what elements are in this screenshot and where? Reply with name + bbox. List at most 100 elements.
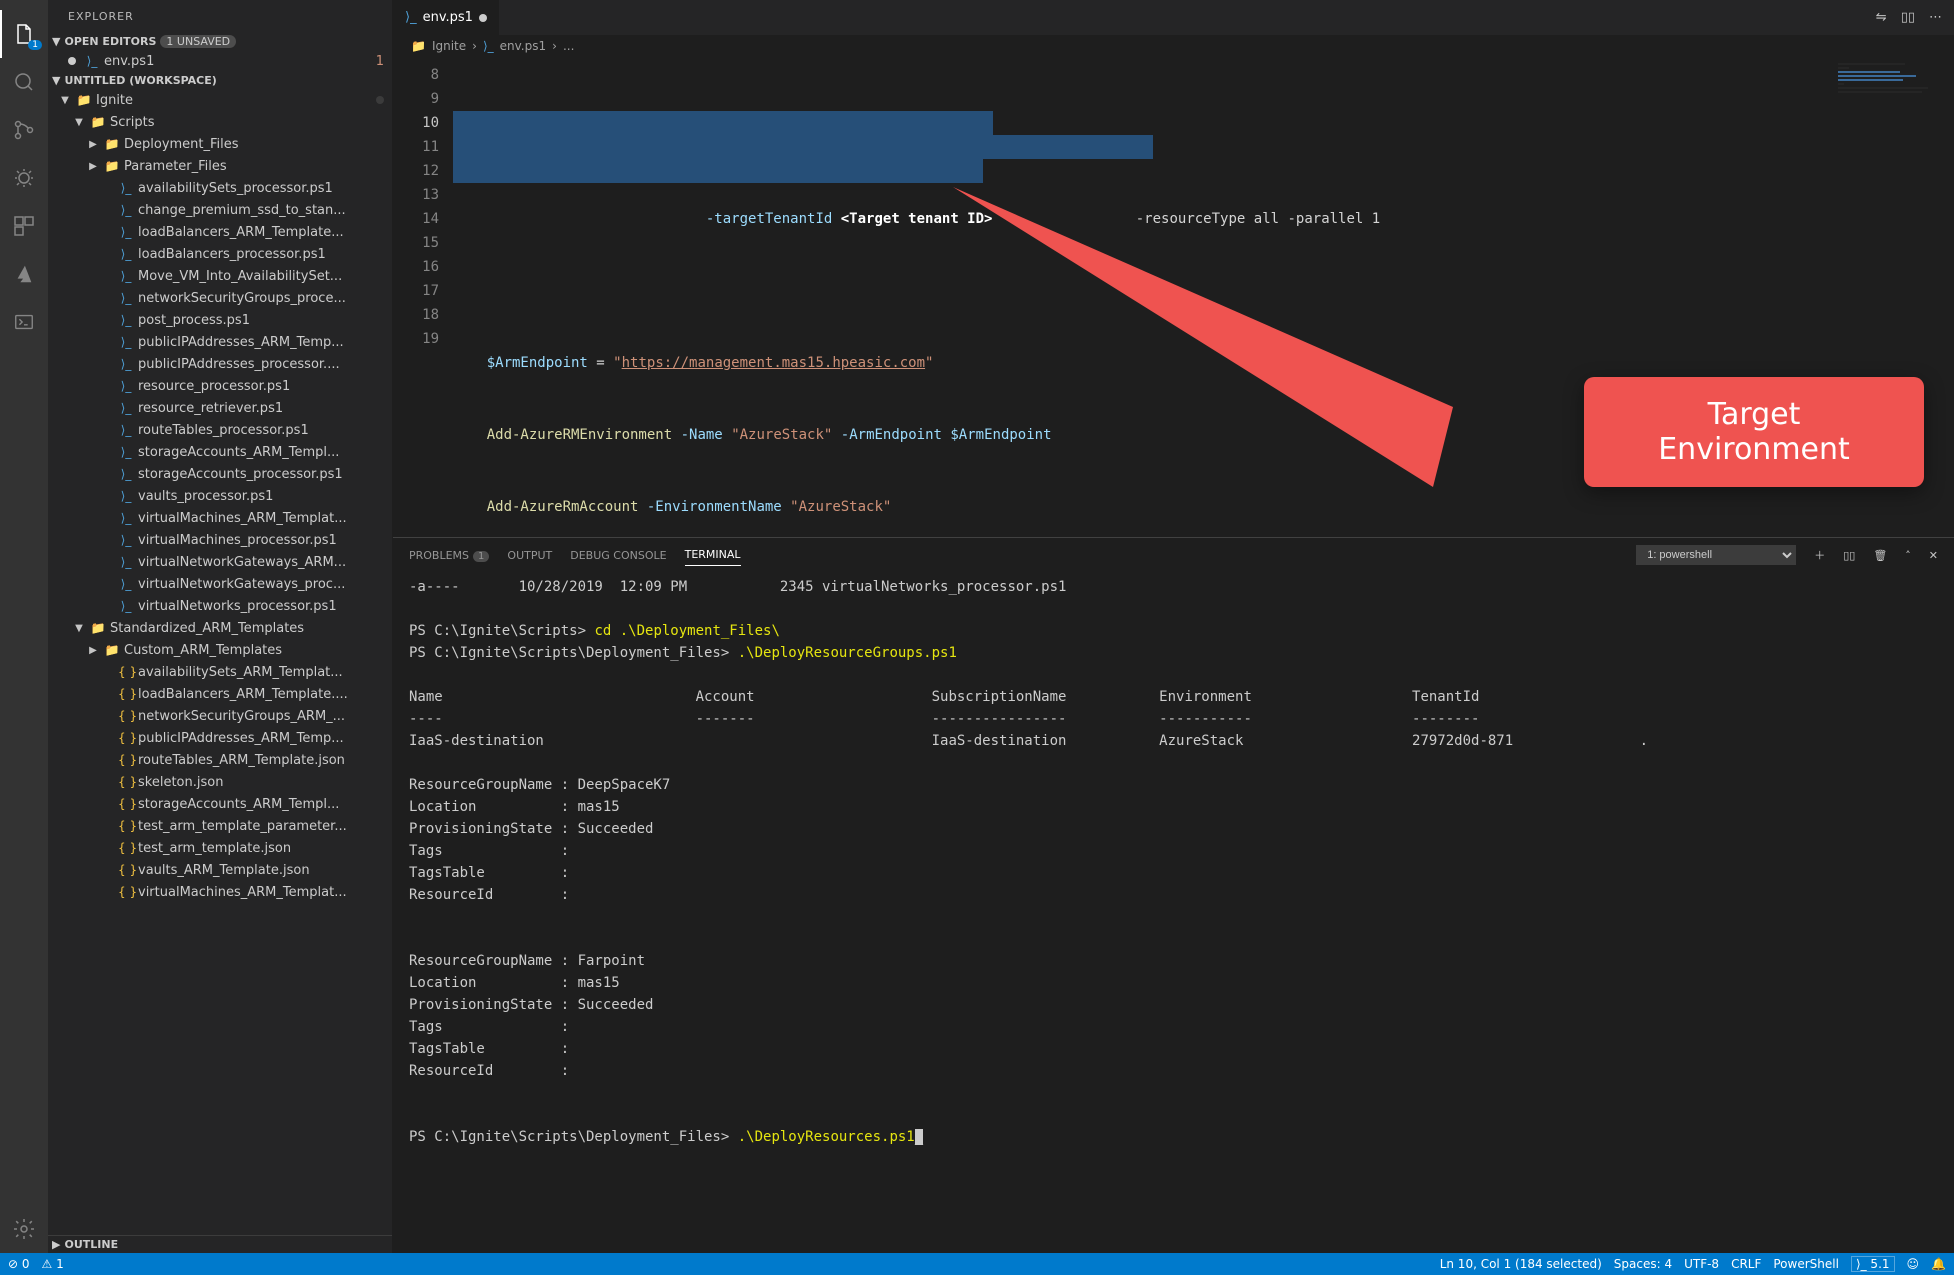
dirty-indicator-icon	[479, 14, 487, 22]
status-language[interactable]: PowerShell	[1773, 1257, 1839, 1271]
terminal-selector[interactable]: 1: powershell	[1636, 545, 1796, 565]
tree-item[interactable]: { }test_arm_template.json	[48, 837, 392, 859]
tree-item[interactable]: { }networkSecurityGroups_ARM_...	[48, 705, 392, 727]
split-editor-icon[interactable]: ▯▯	[1901, 10, 1915, 25]
file-icon: ⟩_	[118, 203, 134, 217]
tree-item[interactable]: ⟩_resource_processor.ps1	[48, 375, 392, 397]
source-control-icon[interactable]	[0, 106, 48, 154]
tab-env-ps1[interactable]: ⟩_ env.ps1	[393, 0, 500, 35]
status-warnings[interactable]: ⚠ 1	[42, 1257, 64, 1271]
tree-item[interactable]: ⟩_availabilitySets_processor.ps1	[48, 177, 392, 199]
outline-header[interactable]: ▶ OUTLINE	[48, 1235, 392, 1253]
tab-debug-console[interactable]: DEBUG CONSOLE	[570, 545, 666, 566]
powershell-file-icon: ⟩_	[84, 54, 100, 68]
tree-item[interactable]: ⟩_loadBalancers_processor.ps1	[48, 243, 392, 265]
problems-badge: 1	[376, 54, 384, 69]
file-icon: ⟩_	[118, 533, 134, 547]
tree-item[interactable]: ⟩_post_process.ps1	[48, 309, 392, 331]
tree-item[interactable]: ⟩_publicIPAddresses_ARM_Temp...	[48, 331, 392, 353]
settings-gear-icon[interactable]	[0, 1205, 48, 1253]
file-icon: ⟩_	[118, 577, 134, 591]
workspace-header[interactable]: ▼ UNTITLED (WORKSPACE)	[48, 72, 392, 89]
tree-item[interactable]: { }storageAccounts_ARM_Templ...	[48, 793, 392, 815]
status-notifications-icon[interactable]: 🔔	[1931, 1257, 1946, 1271]
file-icon: { }	[118, 841, 134, 855]
close-panel-icon[interactable]: ✕	[1929, 549, 1938, 562]
status-bar: ⊘ 0 ⚠ 1 Ln 10, Col 1 (184 selected) Spac…	[0, 1253, 1954, 1275]
tree-item[interactable]: ⟩_virtualNetworks_processor.ps1	[48, 595, 392, 617]
tree-item[interactable]: { }routeTables_ARM_Template.json	[48, 749, 392, 771]
tab-output[interactable]: OUTPUT	[507, 545, 552, 566]
file-icon: { }	[118, 797, 134, 811]
tree-item[interactable]: ⟩_storageAccounts_processor.ps1	[48, 463, 392, 485]
tree-item[interactable]: ⟩_routeTables_processor.ps1	[48, 419, 392, 441]
explorer-icon[interactable]: 1	[0, 10, 48, 58]
file-icon: ⟩_	[118, 467, 134, 481]
file-icon: 📁	[104, 137, 120, 151]
tree-item[interactable]: { }virtualMachines_ARM_Templat...	[48, 881, 392, 903]
status-cursor-position[interactable]: Ln 10, Col 1 (184 selected)	[1440, 1257, 1602, 1271]
compare-icon[interactable]: ⇋	[1876, 10, 1887, 25]
tree-item[interactable]: ⟩_publicIPAddresses_processor....	[48, 353, 392, 375]
bottom-panel: PROBLEMS1 OUTPUT DEBUG CONSOLE TERMINAL …	[393, 537, 1954, 1253]
tree-item[interactable]: ⟩_loadBalancers_ARM_Template...	[48, 221, 392, 243]
tree-item[interactable]: ▼📁Scripts	[48, 111, 392, 133]
tree-item[interactable]: ⟩_networkSecurityGroups_proce...	[48, 287, 392, 309]
tree-item[interactable]: ⟩_vaults_processor.ps1	[48, 485, 392, 507]
file-icon: ⟩_	[118, 423, 134, 437]
file-icon: { }	[118, 775, 134, 789]
tree-item[interactable]: ▶📁Parameter_Files	[48, 155, 392, 177]
file-icon: 📁	[90, 621, 106, 635]
tree-item[interactable]: { }availabilitySets_ARM_Templat...	[48, 661, 392, 683]
tree-item[interactable]: ▼📁Standardized_ARM_Templates	[48, 617, 392, 639]
annotation-callout: Target Environment	[1584, 377, 1924, 487]
tree-item[interactable]: ⟩_virtualMachines_processor.ps1	[48, 529, 392, 551]
status-eol[interactable]: CRLF	[1731, 1257, 1761, 1271]
tab-terminal[interactable]: TERMINAL	[685, 544, 741, 566]
kill-terminal-icon[interactable]: 🗑	[1873, 549, 1887, 562]
status-indentation[interactable]: Spaces: 4	[1614, 1257, 1672, 1271]
code-editor[interactable]: 8910111213141516171819 -targetTenantId <…	[393, 57, 1954, 537]
tree-item[interactable]: ▶📁Deployment_Files	[48, 133, 392, 155]
tree-item[interactable]: ⟩_Move_VM_Into_AvailabilitySet...	[48, 265, 392, 287]
extensions-icon[interactable]	[0, 202, 48, 250]
more-actions-icon[interactable]: ⋯	[1929, 10, 1942, 25]
tree-item[interactable]: { }publicIPAddresses_ARM_Temp...	[48, 727, 392, 749]
panel-tabs: PROBLEMS1 OUTPUT DEBUG CONSOLE TERMINAL …	[393, 538, 1954, 572]
search-icon[interactable]	[0, 58, 48, 106]
tree-item[interactable]: ⟩_virtualMachines_ARM_Templat...	[48, 507, 392, 529]
status-errors[interactable]: ⊘ 0	[8, 1257, 30, 1271]
split-terminal-icon[interactable]: ▯▯	[1843, 549, 1855, 562]
new-terminal-icon[interactable]: ＋	[1814, 547, 1825, 563]
tree-item[interactable]: ▶📁Custom_ARM_Templates	[48, 639, 392, 661]
powershell-icon[interactable]	[0, 298, 48, 346]
tree-item[interactable]: ⟩_virtualNetworkGateways_ARM...	[48, 551, 392, 573]
tree-item[interactable]: ⟩_storageAccounts_ARM_Templ...	[48, 441, 392, 463]
status-feedback-icon[interactable]: ☺	[1907, 1257, 1920, 1271]
breadcrumb[interactable]: 📁 Ignite › ⟩_ env.ps1 › ...	[393, 35, 1954, 57]
file-icon: ⟩_	[118, 445, 134, 459]
file-icon: ⟩_	[118, 401, 134, 415]
open-editor-item[interactable]: ⟩_ env.ps1 1	[48, 50, 392, 72]
tree-item[interactable]: { }skeleton.json	[48, 771, 392, 793]
tree-item[interactable]: ▼📁Ignite	[48, 89, 392, 111]
terminal[interactable]: -a---- 10/28/2019 12:09 PM 2345 virtualN…	[393, 572, 1954, 1253]
azure-icon[interactable]	[0, 250, 48, 298]
status-encoding[interactable]: UTF-8	[1684, 1257, 1719, 1271]
tree-item[interactable]: { }vaults_ARM_Template.json	[48, 859, 392, 881]
tree-item[interactable]: { }test_arm_template_parameter...	[48, 815, 392, 837]
line-gutter: 8910111213141516171819	[393, 57, 453, 537]
tree-item[interactable]: ⟩_change_premium_ssd_to_stan...	[48, 199, 392, 221]
maximize-panel-icon[interactable]: ˄	[1905, 549, 1911, 562]
tree-item[interactable]: ⟩_resource_retriever.ps1	[48, 397, 392, 419]
status-powershell-ext[interactable]: ⟩_ 5.1	[1851, 1256, 1895, 1272]
file-tree: ▼📁Ignite▼📁Scripts▶📁Deployment_Files▶📁Par…	[48, 89, 392, 1235]
tab-problems[interactable]: PROBLEMS1	[409, 545, 489, 566]
debug-icon[interactable]	[0, 154, 48, 202]
tree-item[interactable]: ⟩_virtualNetworkGateways_proc...	[48, 573, 392, 595]
file-icon: { }	[118, 731, 134, 745]
open-editors-header[interactable]: ▼ OPEN EDITORS 1 UNSAVED	[48, 33, 392, 50]
tree-item[interactable]: { }loadBalancers_ARM_Template....	[48, 683, 392, 705]
file-icon: ⟩_	[118, 379, 134, 393]
file-icon: 📁	[90, 115, 106, 129]
